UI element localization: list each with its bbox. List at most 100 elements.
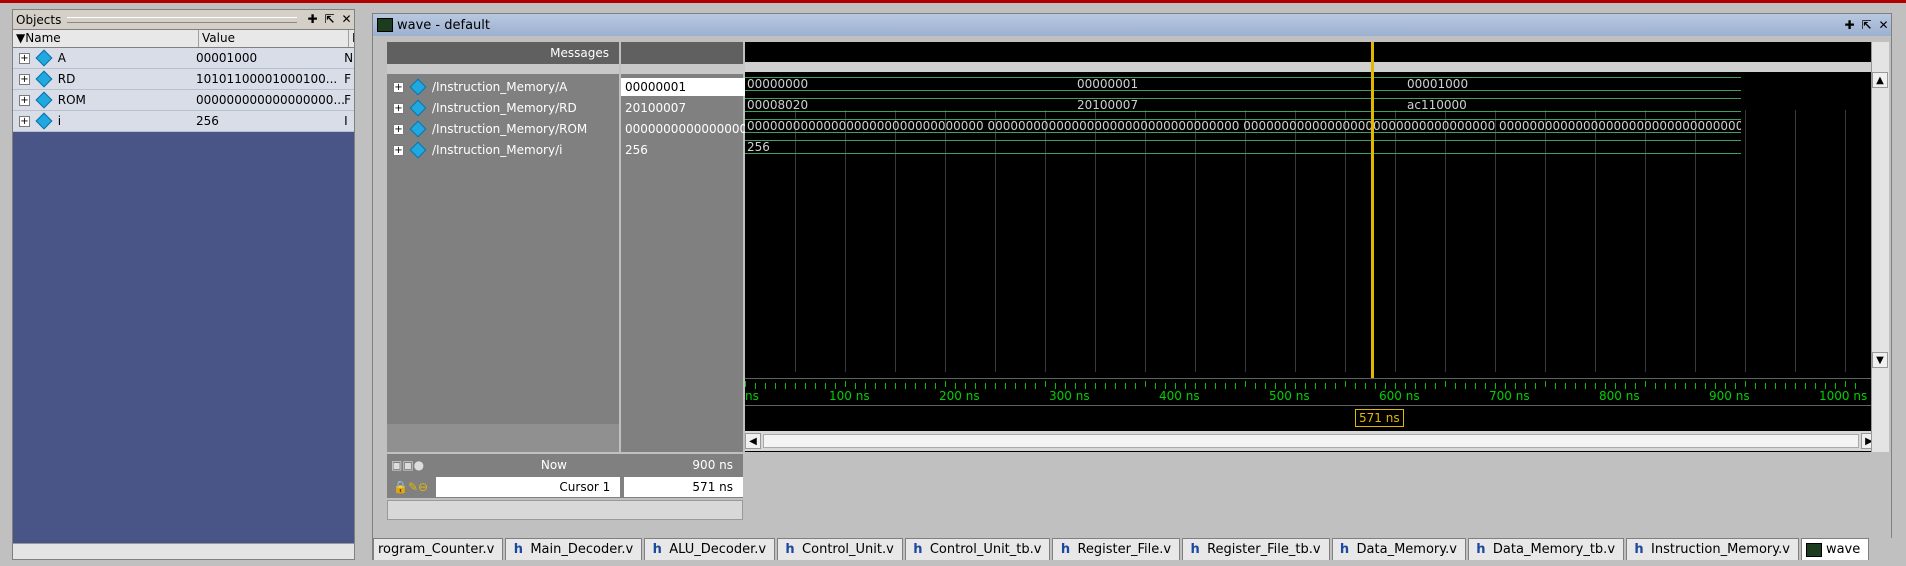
timeline-tick xyxy=(1115,383,1116,389)
kind-column-header[interactable]: I xyxy=(349,30,354,47)
waveform-vertical-scrollbar[interactable]: ▲ ▼ xyxy=(1871,42,1889,452)
waveform-horizontal-scrollbar[interactable]: ◀ ▶ xyxy=(745,431,1877,451)
timeline-tick xyxy=(1785,383,1786,389)
tab-control-unit-tb[interactable]: h Control_Unit_tb.v xyxy=(904,538,1051,560)
object-row-rd[interactable]: + RD 10101100001000100... F xyxy=(13,69,354,90)
tab-data-memory[interactable]: h Data_Memory.v xyxy=(1331,538,1466,560)
close-icon[interactable]: ✕ xyxy=(1876,18,1891,33)
object-name: RD xyxy=(57,72,76,86)
signal-value-i[interactable]: 256 xyxy=(621,141,745,159)
timeline-tick xyxy=(875,383,876,389)
tab-register-file[interactable]: h Register_File.v xyxy=(1052,538,1181,560)
wave-rd-label-3: ac110000 xyxy=(1407,98,1467,112)
timeline-tick xyxy=(1135,383,1136,389)
wave-track-rd[interactable] xyxy=(745,98,1741,112)
expand-icon[interactable]: + xyxy=(19,115,30,127)
signal-row-i[interactable]: + /Instruction_Memory/i xyxy=(387,141,562,159)
cursor-lock-icon[interactable]: 🔒✎⊖ xyxy=(387,480,436,494)
object-row-i[interactable]: + i 256 I xyxy=(13,111,354,132)
tab-control-unit[interactable]: h Control_Unit.v xyxy=(777,538,903,560)
timeline-tick xyxy=(745,381,746,387)
dock-icon[interactable]: ✚ xyxy=(1842,18,1857,33)
expand-icon[interactable]: + xyxy=(393,144,404,156)
timeline-tick xyxy=(1805,383,1806,389)
grid-line xyxy=(1845,110,1846,372)
timeline-tick xyxy=(1765,383,1766,389)
wave-a-label-3: 00001000 xyxy=(1407,77,1469,91)
signal-value-a[interactable]: 00000001 xyxy=(621,78,745,96)
expand-icon[interactable]: + xyxy=(19,52,30,64)
signal-row-rd[interactable]: + /Instruction_Memory/RD xyxy=(387,99,577,117)
undock-icon[interactable]: ⇱ xyxy=(1859,18,1874,33)
expand-icon[interactable]: + xyxy=(393,102,404,114)
scroll-thumb[interactable] xyxy=(763,434,1859,448)
name-column-header[interactable]: ▼Name xyxy=(13,30,199,47)
wave-track-a[interactable] xyxy=(745,77,1741,91)
tab-label: Instruction_Memory.v xyxy=(1651,542,1790,557)
signal-value-rom[interactable]: 000000000000000000 xyxy=(621,120,745,138)
object-value: 256 xyxy=(196,114,219,128)
timeline-tick xyxy=(1475,383,1476,389)
dock-icon[interactable]: ✚ xyxy=(305,12,320,27)
cursor-time-flag[interactable]: 571 ns xyxy=(1355,409,1404,427)
timeline-tick xyxy=(1035,383,1036,389)
wave-rom-label: 0000000000000000000000000000000 00000000… xyxy=(747,119,1741,133)
object-row-a[interactable]: + A 00001000 N xyxy=(13,48,354,69)
timeline-tick xyxy=(1315,383,1316,389)
signal-icon xyxy=(409,141,427,159)
header-divider xyxy=(387,64,626,74)
tab-label: Control_Unit.v xyxy=(802,542,894,557)
objects-horizontal-scrollbar[interactable] xyxy=(13,543,354,559)
tab-register-file-tb[interactable]: h Register_File_tb.v xyxy=(1182,538,1330,560)
timeline-tick xyxy=(1335,383,1336,389)
signal-icon xyxy=(35,49,53,67)
object-row-rom[interactable]: + ROM 000000000000000000... F xyxy=(13,90,354,111)
timeline-tick xyxy=(785,383,786,389)
names-footer xyxy=(387,424,626,452)
expand-icon[interactable]: + xyxy=(19,94,30,106)
expand-icon[interactable]: + xyxy=(393,81,404,93)
cursor-time[interactable]: 571 ns xyxy=(624,477,743,497)
tab-label: Data_Memory.v xyxy=(1356,542,1457,557)
value-column-header[interactable]: Value xyxy=(199,30,349,47)
timeline-tick xyxy=(1455,383,1456,389)
tab-wave[interactable]: wave xyxy=(1800,538,1870,560)
timeline-tick xyxy=(1545,381,1546,387)
now-toolbar-icons[interactable]: ▣▣● xyxy=(387,458,427,472)
timeline-tick xyxy=(805,383,806,389)
timeline-tick xyxy=(1245,381,1246,387)
names-horizontal-scrollbar[interactable] xyxy=(387,500,743,520)
expand-icon[interactable]: + xyxy=(19,73,30,85)
timeline-tick xyxy=(925,383,926,389)
wave-i-label: 256 xyxy=(747,140,770,154)
close-icon[interactable]: ✕ xyxy=(339,12,354,27)
objects-list: + A 00001000 N + RD 10101100001000100...… xyxy=(13,48,354,132)
tab-main-decoder[interactable]: h Main_Decoder.v xyxy=(505,538,643,560)
waveform-canvas[interactable]: 00000000 00000001 00001000 00008020 2010… xyxy=(745,42,1877,452)
timeline-tick xyxy=(845,381,846,387)
cursor-name[interactable]: Cursor 1 xyxy=(436,477,621,497)
timeline-tick xyxy=(1225,383,1226,389)
wave-window-icon xyxy=(377,18,393,32)
signal-value-rd[interactable]: 20100007 xyxy=(621,99,745,117)
tab-instruction-memory[interactable]: h Instruction_Memory.v xyxy=(1626,538,1799,560)
timeline-label: 700 ns xyxy=(1489,389,1530,403)
object-value: 00001000 xyxy=(196,51,258,65)
tab-program-counter[interactable]: rogram_Counter.v xyxy=(373,538,504,560)
tab-data-memory-tb[interactable]: h Data_Memory_tb.v xyxy=(1467,538,1625,560)
wave-track-i[interactable] xyxy=(745,140,1741,154)
verilog-file-icon: h xyxy=(785,541,795,557)
tab-alu-decoder[interactable]: h ALU_Decoder.v xyxy=(644,538,776,560)
undock-icon[interactable]: ⇱ xyxy=(322,12,337,27)
scroll-left-icon[interactable]: ◀ xyxy=(745,433,761,449)
grid-line xyxy=(1795,110,1796,372)
scroll-down-icon[interactable]: ▼ xyxy=(1872,352,1888,368)
object-kind: I xyxy=(344,114,348,128)
expand-icon[interactable]: + xyxy=(393,123,404,135)
signal-row-rom[interactable]: + /Instruction_Memory/ROM xyxy=(387,120,587,138)
timeline-tick xyxy=(1705,383,1706,389)
scroll-up-icon[interactable]: ▲ xyxy=(1872,72,1888,88)
signal-row-a[interactable]: + /Instruction_Memory/A xyxy=(387,78,567,96)
timeline-tick xyxy=(1695,383,1696,389)
drag-grip[interactable] xyxy=(67,16,297,23)
